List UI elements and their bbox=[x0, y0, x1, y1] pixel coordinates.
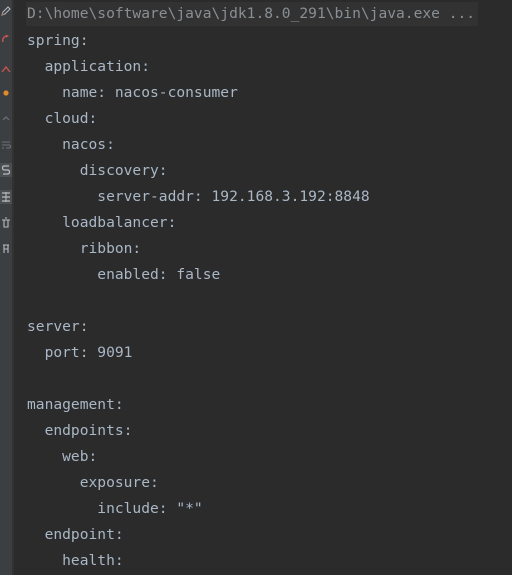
console-line: health: bbox=[27, 552, 124, 569]
command-line[interactable]: D:\home\software\java\jdk1.8.0_291\bin\j… bbox=[26, 2, 479, 26]
console-line: enabled: false bbox=[27, 266, 221, 283]
edit-icon[interactable] bbox=[0, 4, 12, 18]
console-line: discovery: bbox=[27, 162, 168, 179]
console-line: name: nacos-consumer bbox=[27, 84, 238, 101]
console-line: ribbon: bbox=[27, 240, 142, 257]
console-toolbar bbox=[0, 0, 12, 575]
console-line: server-addr: 192.168.3.192:8848 bbox=[27, 188, 370, 205]
console-line: port: 9091 bbox=[27, 344, 133, 361]
console-line: server: bbox=[27, 318, 89, 335]
console-line: management: bbox=[27, 396, 124, 413]
scroll-to-end-icon[interactable] bbox=[0, 163, 12, 177]
gutter-divider bbox=[12, 0, 14, 575]
close-icon[interactable] bbox=[0, 242, 12, 256]
console-line: web: bbox=[27, 448, 98, 465]
rerun-icon[interactable] bbox=[0, 32, 12, 46]
console-line: spring: bbox=[27, 32, 89, 49]
soft-wrap-icon[interactable] bbox=[0, 138, 12, 152]
console-line: exposure: bbox=[27, 474, 159, 491]
console-line: endpoints: bbox=[27, 422, 133, 439]
console-line: endpoint: bbox=[27, 526, 124, 543]
print-icon[interactable] bbox=[0, 190, 12, 204]
scroll-up-icon[interactable] bbox=[0, 112, 12, 126]
run-console-window: D:\home\software\java\jdk1.8.0_291\bin\j… bbox=[0, 0, 512, 575]
console-line: application: bbox=[27, 58, 151, 75]
console-line: nacos: bbox=[27, 136, 115, 153]
console-line: cloud: bbox=[27, 110, 98, 127]
stop-icon[interactable] bbox=[0, 62, 12, 76]
settings-icon[interactable] bbox=[0, 86, 12, 100]
trash-icon[interactable] bbox=[0, 216, 12, 230]
console-output[interactable]: D:\home\software\java\jdk1.8.0_291\bin\j… bbox=[26, 0, 512, 575]
console-line: loadbalancer: bbox=[27, 214, 177, 231]
console-line: include: "*" bbox=[27, 500, 203, 517]
